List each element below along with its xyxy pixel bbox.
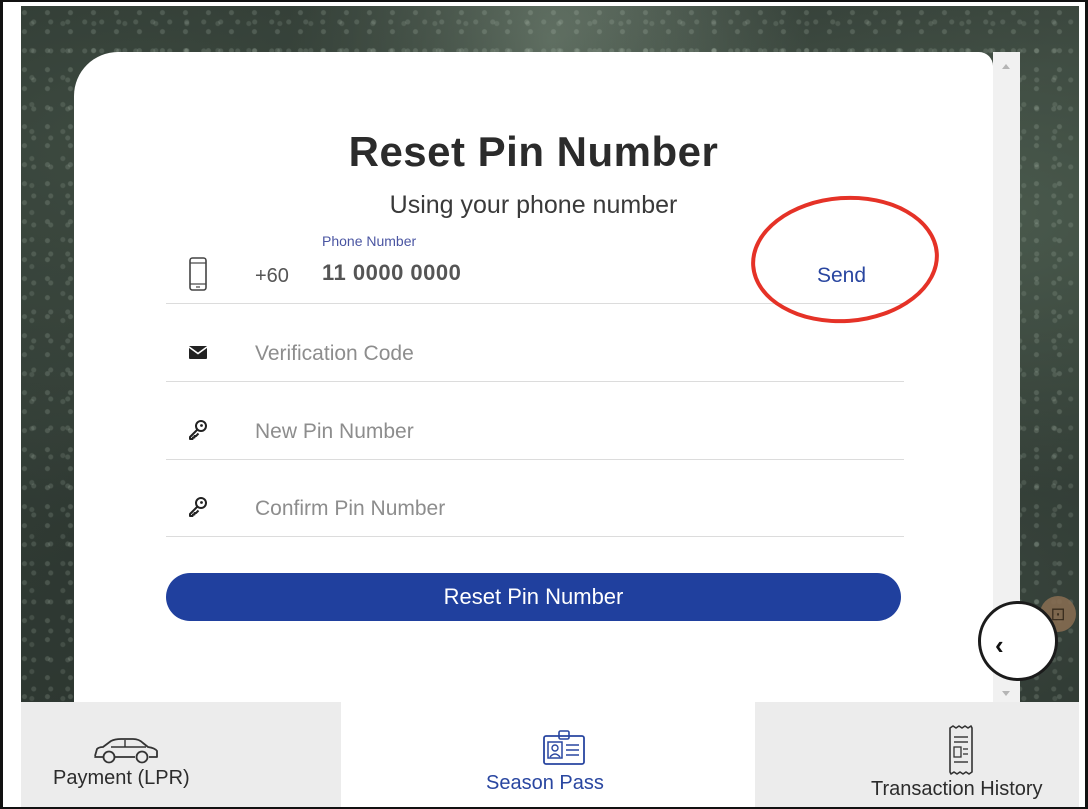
new-pin-input[interactable]: New Pin Number — [255, 420, 414, 444]
nav-label-payment-lpr: Payment (LPR) — [53, 767, 190, 789]
id-card-icon — [541, 728, 587, 773]
new-pin-row: New Pin Number — [166, 400, 904, 460]
envelope-icon — [186, 340, 210, 364]
bottom-navigation: Payment (LPR) Season Pass Transaction Hi… — [21, 702, 1079, 807]
chevron-left-icon: ‹ — [995, 630, 1004, 660]
nav-label-season-pass: Season Pass — [486, 772, 604, 794]
nav-item-payment-lpr[interactable]: Payment (LPR) — [21, 702, 341, 807]
page-title: Reset Pin Number — [348, 128, 719, 175]
scroll-down-arrow-icon[interactable] — [1002, 691, 1010, 696]
key-icon — [186, 418, 210, 442]
key-icon — [186, 495, 210, 519]
receipt-icon — [947, 725, 975, 780]
verification-code-input[interactable]: Verification Code — [255, 342, 414, 366]
phone-number-input[interactable]: 11 0000 0000 — [322, 260, 461, 286]
nav-label-transaction-history: Transaction History — [871, 778, 1043, 800]
app-frame: Reset Pin Number Using your phone number… — [0, 0, 1088, 809]
collapse-panel-button[interactable]: ‹ — [978, 601, 1058, 681]
mobile-phone-icon — [186, 257, 210, 291]
nav-item-transaction-history[interactable]: Transaction History — [755, 702, 1079, 807]
scroll-up-arrow-icon[interactable] — [1002, 64, 1010, 69]
reset-pin-button[interactable]: Reset Pin Number — [166, 573, 901, 621]
verification-code-row: Verification Code — [166, 322, 904, 382]
left-margin — [3, 2, 21, 807]
country-code[interactable]: +60 — [255, 265, 289, 288]
phone-number-label: Phone Number — [322, 233, 417, 249]
nav-item-season-pass[interactable]: Season Pass — [341, 702, 755, 807]
confirm-pin-row: Confirm Pin Number — [166, 477, 904, 537]
confirm-pin-input[interactable]: Confirm Pin Number — [255, 497, 445, 521]
